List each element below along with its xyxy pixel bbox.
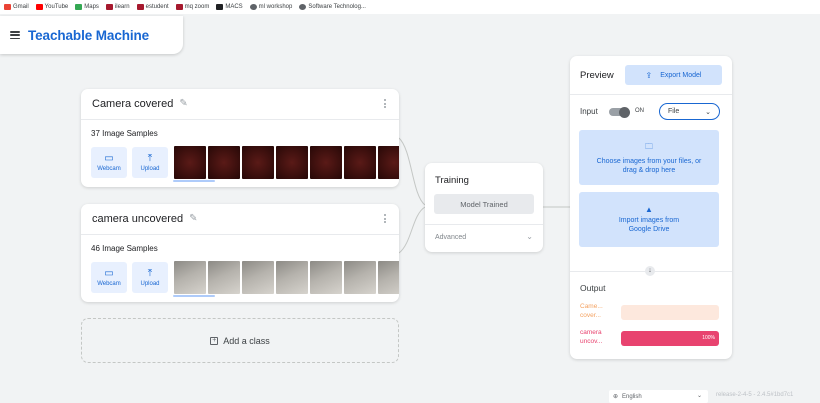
bookmark-maps[interactable]: Maps [75,4,99,10]
video-camera-icon: ▭ [104,267,114,279]
youtube-icon [35,4,43,10]
more-options-icon[interactable] [384,99,386,108]
sample-thumbnail[interactable] [344,146,376,179]
output-row: camera uncov... 100% [580,327,720,349]
output-label: Output [580,283,606,293]
bookmark-ilearn[interactable]: ilearn [105,4,130,10]
shield-icon [105,4,113,10]
pencil-icon[interactable]: ✎ [179,99,189,109]
sample-thumbnail[interactable] [242,146,274,179]
sample-thumbnail[interactable] [174,261,206,294]
confidence-bar: 100% [621,331,719,346]
video-camera-icon: ▭ [104,152,114,164]
shield-icon [136,4,144,10]
preview-card: Preview ⇪ Export Model Input ON File ⌄ 🗀… [570,56,732,359]
divider [570,94,732,95]
upload-button[interactable]: ⤒ Upload [132,147,168,178]
arrow-down-icon: ↓ [645,266,655,276]
globe-icon [299,4,307,10]
sample-thumbnail[interactable] [276,261,308,294]
output-row: Came... cover... [580,301,720,323]
bookmark-software-technology[interactable]: Software Technolog... [299,4,366,10]
app-title[interactable]: Teachable Machine [28,28,149,43]
webcam-button[interactable]: ▭ Webcam [91,147,127,178]
more-options-icon[interactable] [384,214,386,223]
file-drop-zone[interactable]: 🗀 Choose images from your files, or drag… [579,130,719,185]
bookmark-gmail[interactable]: Gmail [4,4,29,10]
class-name[interactable]: camera uncovered [92,213,183,225]
app-header: Teachable Machine [0,16,183,54]
sample-thumbnail[interactable] [208,261,240,294]
input-label: Input [580,107,598,116]
sample-thumbnail[interactable] [310,261,342,294]
class-header: camera uncovered ✎ [81,204,399,235]
thumbnail-scrollbar[interactable] [173,295,215,297]
shield-icon [175,4,183,10]
bookmark-youtube[interactable]: YouTube [35,4,68,10]
gmail-icon [4,4,11,10]
pencil-icon[interactable]: ✎ [189,214,199,224]
google-drive-import[interactable]: ▲ Import images from Google Drive [579,192,719,247]
train-model-button[interactable]: Model Trained [434,194,534,214]
bookmark-estudent[interactable]: estudent [136,4,169,10]
export-icon: ⇪ [645,70,653,80]
bookmark-macs[interactable]: MACS [216,4,243,10]
maps-icon [75,4,83,10]
macs-icon [216,4,224,10]
preview-title: Preview [580,70,614,81]
training-card: Training Model Trained Advanced ⌄ [425,163,543,252]
divider [425,224,543,225]
upload-icon: ⤒ [147,152,153,164]
sample-thumbnail[interactable] [242,261,274,294]
sample-count: 37 Image Samples [91,129,158,138]
toggle-state: ON [635,108,644,114]
hamburger-menu-icon[interactable] [10,31,20,39]
sample-thumbnail[interactable] [208,146,240,179]
confidence-bar [621,305,719,320]
chevron-down-icon[interactable]: ⌄ [526,232,533,241]
sample-thumbnail[interactable] [378,146,399,179]
class-name[interactable]: Camera covered [92,98,173,110]
add-class-button[interactable]: + Add a class [81,318,399,363]
bookmark-ml-workshop[interactable]: ml workshop [249,4,292,10]
sample-thumbnails [174,261,399,294]
sample-thumbnail[interactable] [378,261,399,294]
add-box-icon: + [210,336,219,345]
language-select[interactable]: ⊕ English ⌄ [609,390,708,403]
sample-thumbnail[interactable] [344,261,376,294]
sample-count: 46 Image Samples [91,244,158,253]
globe-icon [249,4,257,10]
sample-thumbnail[interactable] [174,146,206,179]
sample-thumbnail[interactable] [310,146,342,179]
upload-icon: ⤒ [147,267,153,279]
output-class-name: camera uncov... [580,329,603,345]
sample-thumbnails [174,146,399,179]
bookmark-mq-zoom[interactable]: mq zoom [175,4,209,10]
bookmarks-bar: Gmail YouTube Maps ilearn estudent mq zo… [0,0,820,14]
chevron-down-icon: ⌄ [705,108,711,116]
globe-icon: ⊕ [613,394,619,400]
release-version: release-2-4-5 - 2.4.5#1bd7c1 [716,392,794,398]
advanced-toggle[interactable]: Advanced [435,234,466,241]
export-model-button[interactable]: ⇪ Export Model [625,65,722,85]
thumbnail-scrollbar[interactable] [173,180,215,182]
upload-button[interactable]: ⤒ Upload [132,262,168,293]
training-title: Training [435,175,469,186]
google-drive-icon: ▲ [645,205,653,214]
class-card-camera-covered: Camera covered ✎ 37 Image Samples ▭ Webc… [81,89,399,187]
webcam-button[interactable]: ▭ Webcam [91,262,127,293]
folder-icon: 🗀 [645,141,653,151]
class-card-camera-uncovered: camera uncovered ✎ 46 Image Samples ▭ We… [81,204,399,302]
input-source-select[interactable]: File ⌄ [659,103,720,120]
chevron-down-icon: ⌄ [696,393,702,399]
output-class-name: Came... cover... [580,303,603,319]
sample-thumbnail[interactable] [276,146,308,179]
input-toggle[interactable] [609,106,630,118]
class-header: Camera covered ✎ [81,89,399,120]
